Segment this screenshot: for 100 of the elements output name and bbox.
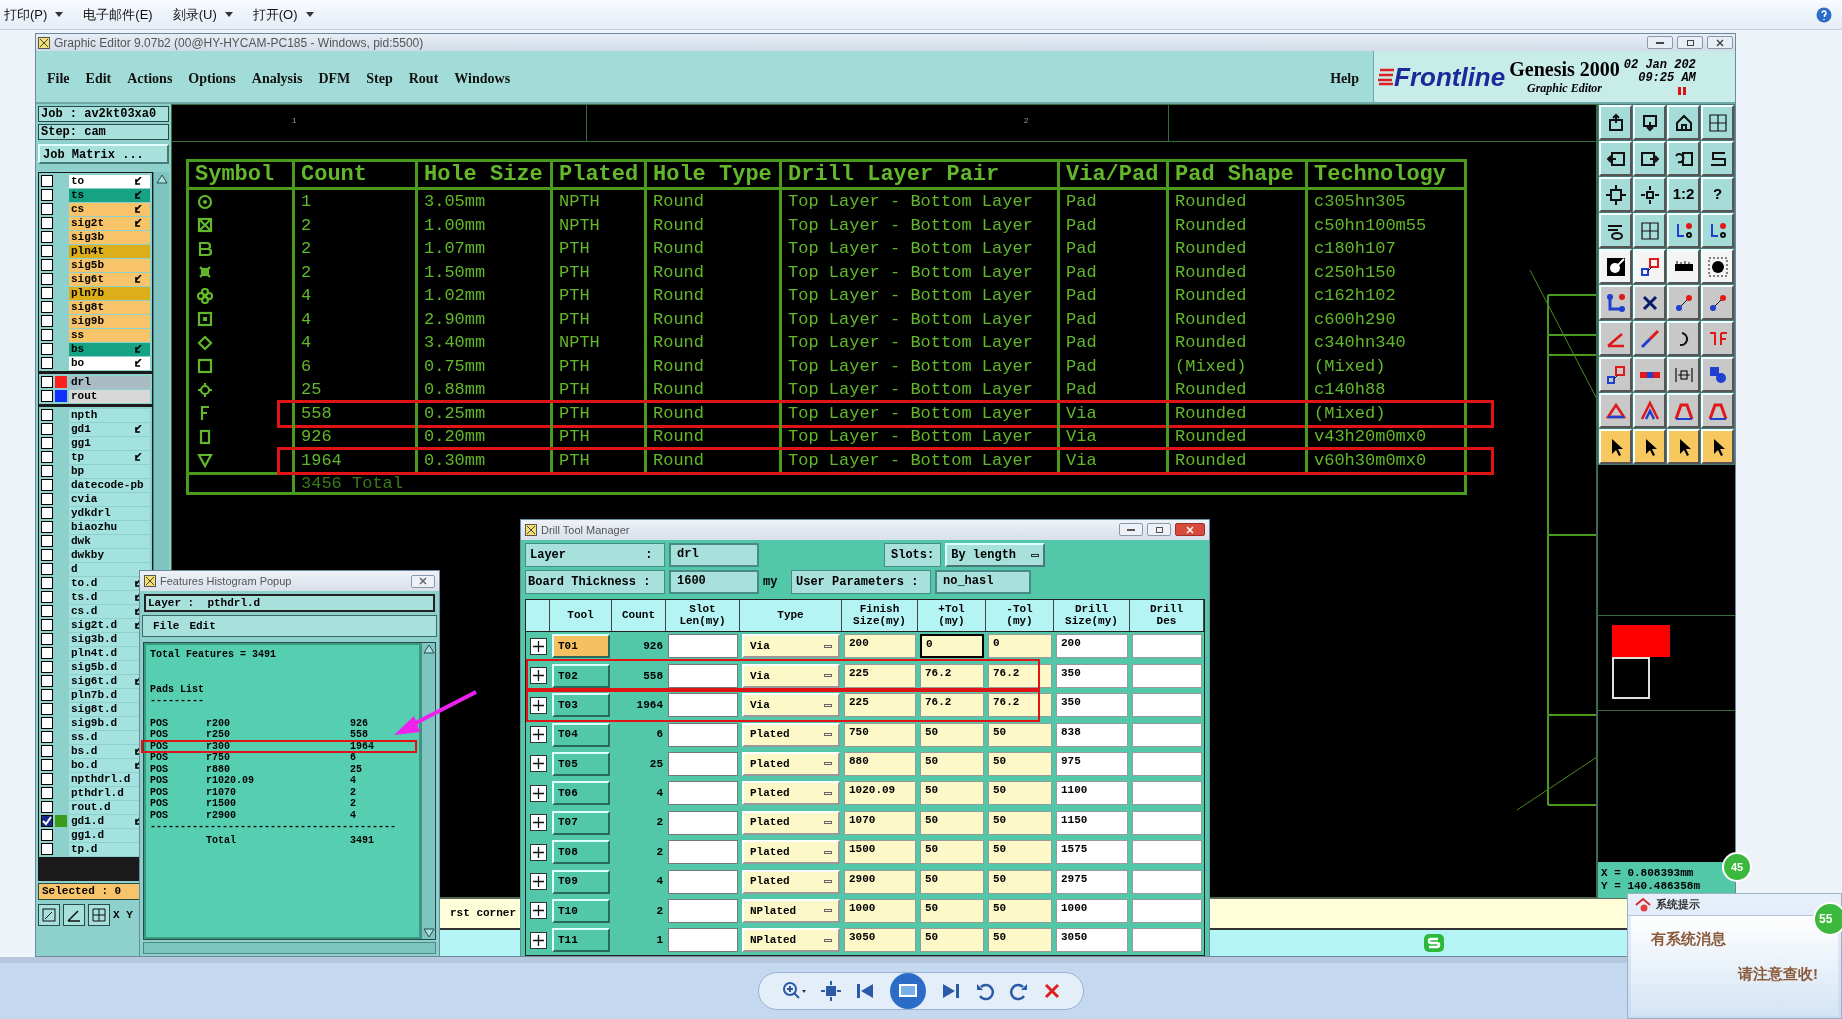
finish-size-field[interactable]: 1070 [844,810,916,835]
layer-checkbox[interactable] [41,507,53,519]
drill-size-field[interactable]: 1000 [1056,898,1128,923]
layer-item[interactable]: sig9b [69,314,150,328]
finish-size-field[interactable]: 1020.09 [844,781,916,806]
minimize-button[interactable] [1647,36,1673,49]
plus-tolerance-field[interactable]: 76.2 [920,663,984,688]
plus-tolerance-field[interactable]: 50 [920,751,984,776]
tool-button[interactable] [1701,285,1734,320]
drill-size-field[interactable]: 2975 [1056,869,1128,894]
tool-cell[interactable]: T10 [552,898,610,923]
layer-checkbox[interactable] [41,689,53,701]
drill-size-field[interactable]: 350 [1056,663,1128,688]
expand-button[interactable] [529,814,547,832]
tool-button[interactable] [1701,213,1734,248]
minus-tolerance-field[interactable]: 50 [988,840,1052,865]
finish-size-field[interactable]: 880 [844,751,916,776]
maximize-button[interactable] [1147,523,1171,537]
slots-dropdown[interactable]: By length [945,543,1046,568]
tool-button[interactable] [1599,249,1632,284]
expand-button[interactable] [529,755,547,773]
layer-item[interactable]: drl [69,375,150,389]
layer-checkbox[interactable] [41,619,53,631]
layer-checkbox[interactable] [41,801,53,813]
plus-tolerance-field[interactable]: 50 [920,928,984,953]
plus-tolerance-field[interactable]: 50 [920,810,984,835]
layer-item[interactable]: ydkdrl [69,506,150,520]
viewer-menu-button[interactable]: 打印(P) [4,4,64,25]
finish-size-field[interactable]: 1000 [844,898,916,923]
horizontal-scrollbar[interactable] [143,942,436,954]
minus-tolerance-field[interactable]: 76.2 [988,663,1052,688]
type-dropdown[interactable]: Plated [742,781,840,806]
tool-cell[interactable]: T05 [552,751,610,776]
plus-tolerance-field[interactable]: 76.2 [920,693,984,718]
next-icon[interactable] [941,982,961,1000]
tool-button[interactable] [1701,141,1734,176]
previous-icon[interactable] [855,982,875,1000]
type-dropdown[interactable]: Plated [742,840,840,865]
expand-button[interactable] [529,726,547,744]
help-menu-item[interactable]: Help [1330,64,1359,89]
close-button[interactable] [1175,523,1205,537]
tool-button[interactable] [1633,321,1666,356]
layer-checkbox[interactable] [41,591,53,603]
layer-checkbox[interactable] [41,315,53,327]
tool-button[interactable] [1599,321,1632,356]
minus-tolerance-field[interactable]: 50 [988,810,1052,835]
tool-button[interactable] [1633,357,1666,392]
layer-item[interactable]: gg1 [69,436,150,450]
slideshow-icon[interactable] [889,972,927,1010]
finish-size-field[interactable]: 200 [844,634,916,659]
scroll-up-icon[interactable] [422,643,436,655]
tool-button[interactable] [1633,429,1666,464]
layer-checkbox[interactable] [41,259,53,271]
viewer-menu-button[interactable]: 电子邮件(E) [83,4,153,25]
tool-button[interactable] [1633,393,1666,428]
drill-size-field[interactable]: 350 [1056,693,1128,718]
type-dropdown[interactable]: Plated [742,722,840,747]
layer-checkbox[interactable] [41,479,53,491]
tool-button[interactable] [1599,105,1632,140]
fit-icon[interactable] [821,981,841,1001]
tool-button[interactable] [1599,357,1632,392]
drill-designation-field[interactable] [1132,722,1202,747]
tool-button[interactable] [1633,213,1666,248]
tool-button[interactable] [1701,321,1734,356]
tool-button[interactable] [1667,285,1700,320]
tool-cell[interactable]: T07 [552,810,610,835]
job-matrix-button[interactable]: Job Matrix ... [38,144,169,164]
type-dropdown[interactable]: NPlated [742,928,840,953]
plus-tolerance-field[interactable]: 50 [920,722,984,747]
tool-button[interactable] [1599,177,1632,212]
layer-checkbox[interactable] [41,465,53,477]
layer-checkbox[interactable] [41,549,53,561]
drill-designation-field[interactable] [1132,869,1202,894]
zoom-icon[interactable] [781,981,807,1001]
tool-cell[interactable]: T09 [552,869,610,894]
drill-designation-field[interactable] [1132,928,1202,953]
viewer-menu-button[interactable]: 打开(O) [252,4,314,25]
slot-length-field[interactable] [668,722,738,747]
finish-size-field[interactable]: 225 [844,693,916,718]
layer-checkbox[interactable] [41,633,53,645]
grid-button[interactable] [88,904,110,926]
layer-checkbox[interactable] [41,675,53,687]
slot-length-field[interactable] [668,634,738,659]
layer-checkbox[interactable] [41,605,53,617]
menu-item[interactable]: Windows [454,68,511,89]
layer-checkbox[interactable] [41,287,53,299]
expand-button[interactable] [529,637,547,655]
menu-item[interactable]: DFM [318,68,351,89]
layer-checkbox[interactable] [41,535,53,547]
type-dropdown[interactable]: Via [742,634,840,659]
layer-item[interactable]: biaozhu [69,520,150,534]
layer-checkbox[interactable] [41,815,53,827]
rotate-left-icon[interactable] [975,981,995,1001]
tool-button[interactable] [1633,285,1666,320]
type-dropdown[interactable]: NPlated [742,898,840,923]
parameters-field[interactable]: no_hasl [935,570,1031,595]
tool-button[interactable] [1599,285,1632,320]
layer-item[interactable]: bp [69,464,150,478]
layer-field[interactable]: drl [669,543,759,568]
layer-item[interactable]: sig2t [69,216,150,230]
